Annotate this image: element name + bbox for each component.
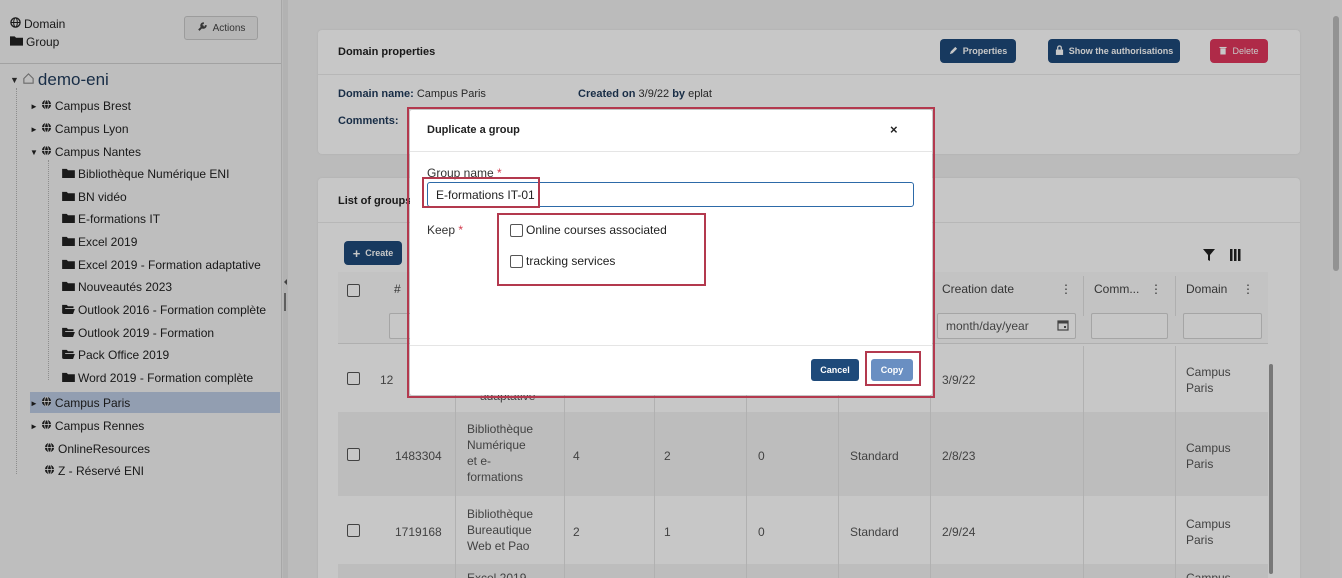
keep-label: Keep *	[427, 223, 463, 237]
dialog-divider	[410, 151, 932, 152]
keep-label-text: Keep	[427, 223, 456, 237]
close-icon[interactable]: ×	[890, 122, 898, 137]
cancel-button[interactable]: Cancel	[811, 359, 859, 381]
required-mark: *	[458, 223, 464, 237]
keep-options-highlight	[497, 213, 706, 286]
dialog-title: Duplicate a group	[427, 124, 520, 136]
dialog-divider	[410, 345, 932, 346]
copy-button-highlight	[865, 351, 921, 386]
group-name-highlight	[422, 177, 540, 208]
